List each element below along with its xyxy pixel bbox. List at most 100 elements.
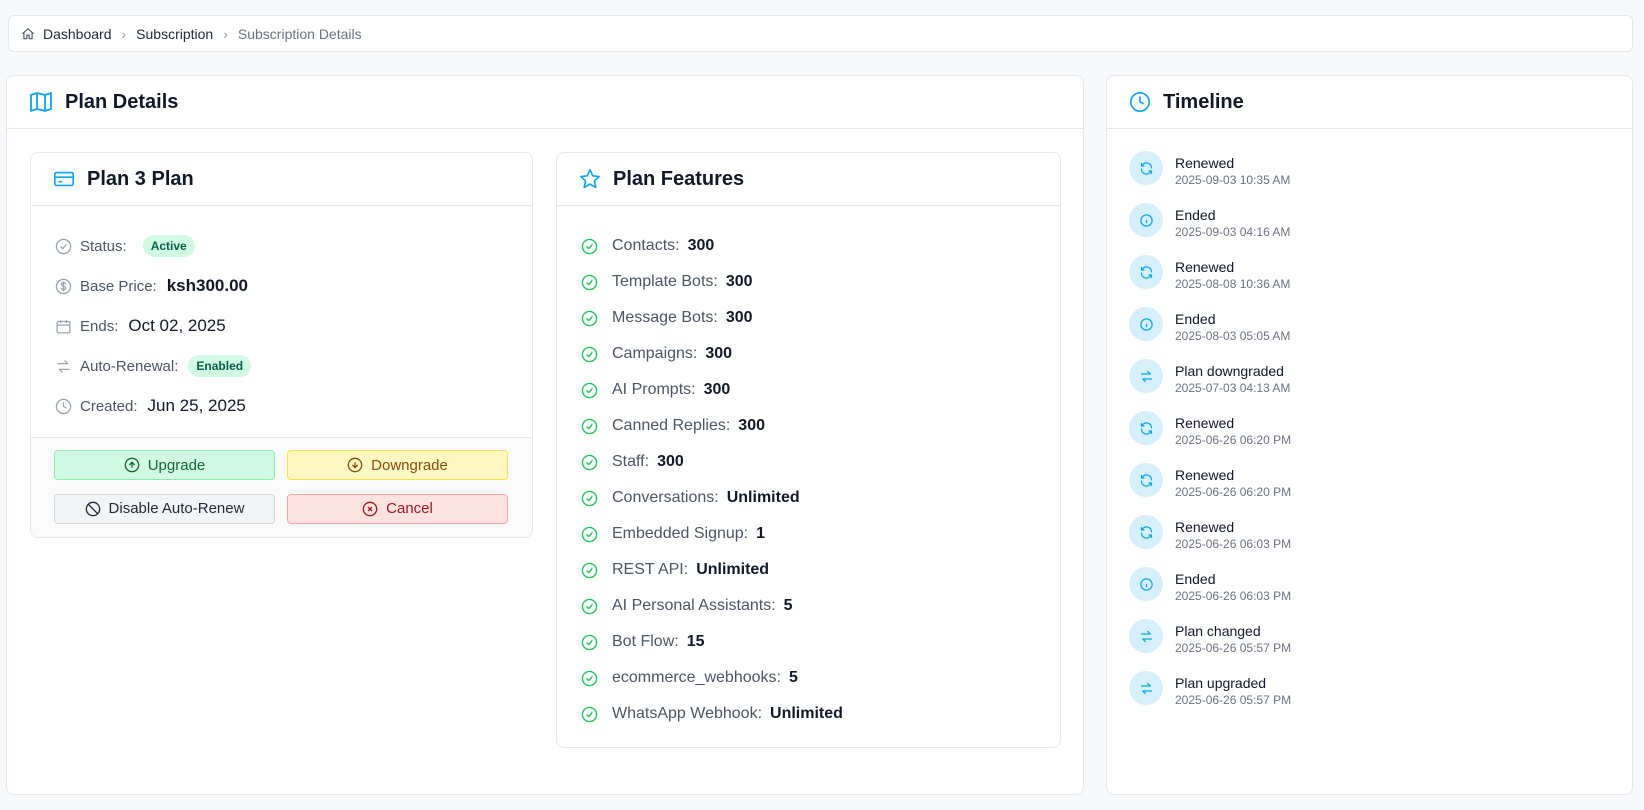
swap-icon	[1129, 671, 1163, 705]
dollar-icon	[55, 278, 72, 295]
auto-renewal-label: Auto-Renewal:	[80, 357, 179, 375]
timeline-item: Renewed 2025-09-03 10:35 AM	[1129, 151, 1632, 203]
feature-item: Template Bots: 300	[581, 264, 1060, 300]
feature-item: Message Bots: 300	[581, 300, 1060, 336]
timeline-time: 2025-06-26 06:03 PM	[1175, 589, 1292, 603]
feature-label: AI Personal Assistants:	[612, 597, 776, 614]
check-circle-icon	[581, 706, 598, 723]
features-list: Contacts: 300 Template Bots: 300 Message Bot…	[557, 206, 1060, 732]
timeline-event: Renewed	[1175, 519, 1235, 535]
timeline-item: Plan changed 2025-06-26 05:57 PM	[1129, 619, 1632, 671]
auto-renewal-row: Auto-Renewal: Enabled	[55, 346, 532, 386]
arrow-down-circle-icon	[347, 457, 363, 473]
timeline-header: Timeline	[1107, 76, 1632, 129]
arrow-up-circle-icon	[124, 457, 140, 473]
breadcrumb-subscription-label[interactable]: Subscription	[136, 26, 213, 42]
status-row: Status: Active	[55, 226, 532, 266]
disable-auto-renew-button[interactable]: Disable Auto-Renew	[54, 493, 275, 524]
created-label: Created:	[80, 397, 138, 415]
timeline-time: 2025-09-03 10:35 AM	[1175, 173, 1291, 187]
timeline-event: Renewed	[1175, 259, 1235, 275]
timeline-time: 2025-09-03 04:16 AM	[1175, 225, 1291, 239]
timeline-event: Renewed	[1175, 415, 1235, 431]
feature-item: WhatsApp Webhook: Unlimited	[581, 696, 1060, 732]
refresh-icon	[1129, 151, 1163, 185]
info-icon	[1129, 307, 1163, 341]
plan-card-header: Plan 3 Plan	[31, 153, 532, 206]
feature-item: REST API: Unlimited	[581, 552, 1060, 588]
plan-features-card: Plan Features Contacts: 300 Template Bots:…	[556, 152, 1061, 748]
feature-value: 300	[725, 273, 753, 290]
feature-label: Template Bots:	[612, 273, 718, 290]
breadcrumb-current-label: Subscription Details	[237, 25, 362, 42]
check-circle-icon	[581, 634, 598, 651]
plan-actions: Upgrade Downgrade Disable Auto-Renew Can…	[31, 437, 532, 537]
plan-card: Plan 3 Plan Status: Active Base Price: k…	[30, 152, 533, 538]
upgrade-button[interactable]: Upgrade	[54, 450, 275, 480]
timeline-time: 2025-06-26 05:57 PM	[1175, 641, 1292, 655]
cancel-label: Cancel	[386, 500, 433, 517]
ban-icon	[85, 501, 101, 517]
refresh-icon	[1129, 463, 1163, 497]
x-circle-icon	[362, 501, 378, 517]
calendar-icon	[55, 318, 72, 335]
feature-label: Bot Flow:	[612, 633, 679, 650]
timeline-item: Renewed 2025-08-08 10:36 AM	[1129, 255, 1632, 307]
chevron-right-icon: ›	[121, 25, 127, 42]
timeline-item-text: Ended 2025-08-03 05:05 AM	[1175, 307, 1290, 343]
info-icon	[1129, 203, 1163, 237]
check-circle-icon	[581, 526, 598, 543]
breadcrumb-dashboard-label[interactable]: Dashboard	[43, 26, 112, 42]
ends-value: Oct 02, 2025	[128, 316, 226, 335]
timeline-item-text: Renewed 2025-06-26 06:20 PM	[1175, 463, 1291, 499]
breadcrumb-dashboard[interactable]: Dashboard	[21, 26, 112, 42]
feature-item: AI Prompts: 300	[581, 372, 1060, 408]
feature-item: Campaigns: 300	[581, 336, 1060, 372]
refresh-icon	[1129, 255, 1163, 289]
upgrade-label: Upgrade	[147, 456, 206, 474]
breadcrumb-subscription[interactable]: Subscription	[136, 26, 213, 42]
base-price-value: ksh300.00	[166, 276, 248, 295]
timeline-event: Renewed	[1175, 155, 1235, 171]
downgrade-button[interactable]: Downgrade	[287, 450, 508, 480]
timeline-time: 2025-08-08 10:36 AM	[1175, 277, 1291, 291]
timeline-item-text: Renewed 2025-09-03 10:35 AM	[1175, 151, 1290, 187]
feature-item: Conversations: Unlimited	[581, 480, 1060, 516]
plan-details-card: Plan Details Plan 3 Plan Status: Active …	[6, 75, 1084, 795]
feature-label: AI Prompts:	[612, 381, 696, 398]
home-icon	[21, 27, 35, 41]
auto-renewal-badge: Enabled	[188, 355, 252, 377]
feature-value: 15	[686, 633, 705, 650]
feature-value: 300	[703, 381, 731, 398]
timeline-list: Renewed 2025-09-03 10:35 AM Ended 2025-09-0…	[1107, 129, 1632, 723]
feature-value: 300	[657, 453, 684, 470]
timeline-item: Ended 2025-09-03 04:16 AM	[1129, 203, 1632, 255]
feature-value: 300	[687, 237, 715, 254]
feature-item: AI Personal Assistants: 5	[581, 588, 1060, 624]
plan-features-header: Plan Features	[557, 153, 1060, 206]
cancel-button[interactable]: Cancel	[287, 493, 508, 524]
created-value: Jun 25, 2025	[147, 396, 246, 415]
feature-value: 300	[705, 345, 733, 362]
timeline-item: Plan downgraded 2025-07-03 04:13 AM	[1129, 359, 1632, 411]
refresh-icon	[1129, 515, 1163, 549]
feature-value: 300	[725, 309, 753, 326]
timeline-time: 2025-07-03 04:13 AM	[1175, 381, 1291, 395]
timeline-item-text: Ended 2025-06-26 06:03 PM	[1175, 567, 1291, 603]
check-circle-icon	[581, 490, 598, 507]
timeline-event: Ended	[1175, 571, 1216, 587]
feature-item: Canned Replies: 300	[581, 408, 1060, 444]
check-circle-icon	[581, 598, 598, 615]
feature-item: ecommerce_webhooks: 5	[581, 660, 1060, 696]
swap-icon	[1129, 619, 1163, 653]
timeline-item: Ended 2025-06-26 06:03 PM	[1129, 567, 1632, 619]
check-circle-icon	[581, 382, 598, 399]
check-circle-icon	[581, 310, 598, 327]
status-badge: Active	[142, 235, 195, 257]
timeline-item-text: Renewed 2025-06-26 06:03 PM	[1175, 515, 1291, 551]
refresh-icon	[1129, 411, 1163, 445]
timeline-event: Ended	[1175, 311, 1216, 327]
plan-details-title: Plan Details	[65, 90, 179, 113]
feature-value: Unlimited	[726, 489, 800, 506]
check-circle-icon	[581, 238, 598, 255]
